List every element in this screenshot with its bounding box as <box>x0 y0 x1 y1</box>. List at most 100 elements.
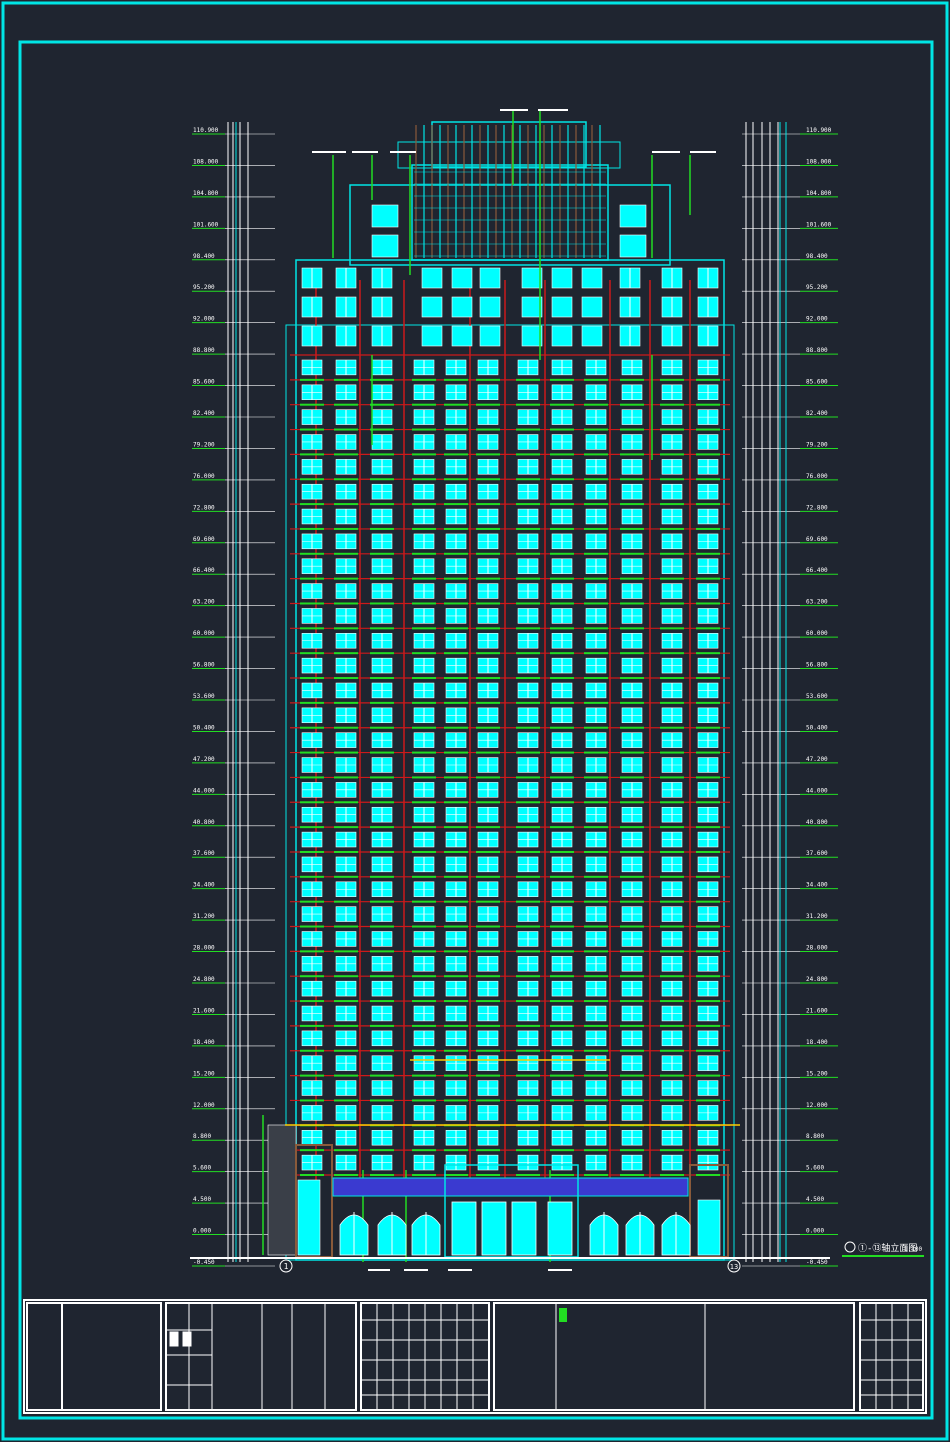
elevation-label-left: 31.200 <box>193 913 215 920</box>
window-unit-upper <box>301 325 323 347</box>
elevation-label-right: 92.000 <box>806 316 828 323</box>
elevation-label-left: 72.800 <box>193 504 215 511</box>
window-unit-upper <box>661 296 683 318</box>
window-unit-upper <box>551 296 573 318</box>
elevation-label-right: 104.800 <box>806 190 832 197</box>
window-unit-upper <box>421 325 443 347</box>
podium-window <box>297 1179 321 1256</box>
elevation-label-left: 28.000 <box>193 945 215 952</box>
elevation-label-left: 98.400 <box>193 253 215 260</box>
window-unit-upper <box>479 296 501 318</box>
elevation-label-left: 104.800 <box>193 190 219 197</box>
elevation-label-right: 66.400 <box>806 567 828 574</box>
elevation-label-right: 95.200 <box>806 284 828 291</box>
window-unit-upper <box>371 296 393 318</box>
elevation-label-right: 69.600 <box>806 536 828 543</box>
elevation-label-right: 31.200 <box>806 913 828 920</box>
elevation-label-right: 15.200 <box>806 1070 828 1077</box>
window-unit-upper <box>335 267 357 289</box>
window-unit-upper <box>301 267 323 289</box>
elevation-label-right: 101.600 <box>806 221 832 228</box>
podium-stone-wall <box>267 1124 297 1256</box>
window-unit-upper <box>619 325 641 347</box>
elevation-label-right: 85.600 <box>806 379 828 386</box>
drawing-title-scale: 1:100 <box>904 1246 922 1253</box>
window-unit-upper <box>371 325 393 347</box>
podium-window <box>697 1199 721 1256</box>
elevation-label-left: 69.600 <box>193 536 215 543</box>
elevation-label-left: 0.000 <box>193 1228 211 1235</box>
window-unit-upper <box>619 267 641 289</box>
window-unit-upper <box>451 296 473 318</box>
elevation-label-left: 85.600 <box>193 379 215 386</box>
elevation-label-left: 63.200 <box>193 599 215 606</box>
window-unit-upper <box>451 325 473 347</box>
elevation-label-left: 50.400 <box>193 724 215 731</box>
elevation-label-right: 76.000 <box>806 473 828 480</box>
elevation-label-left: 4.500 <box>193 1196 211 1203</box>
elevation-label-left: 24.800 <box>193 976 215 983</box>
podium-fascia <box>332 1177 689 1197</box>
elevation-label-right: 50.400 <box>806 724 828 731</box>
elevation-label-left: 88.800 <box>193 347 215 354</box>
elevation-label-left: 5.600 <box>193 1165 211 1172</box>
window-unit-upper <box>581 325 603 347</box>
elevation-label-right: 47.200 <box>806 756 828 763</box>
elevation-label-left: 60.000 <box>193 630 215 637</box>
elevation-label-left: 95.200 <box>193 284 215 291</box>
elevation-label-right: 79.200 <box>806 441 828 448</box>
window-unit-upper <box>335 296 357 318</box>
elevation-label-right: 72.800 <box>806 504 828 511</box>
entrance-door <box>511 1201 537 1256</box>
elevation-label-right: 60.000 <box>806 630 828 637</box>
elevation-label-right: 108.000 <box>806 158 832 165</box>
elevation-label-right: 37.600 <box>806 850 828 857</box>
elevation-label-left: 92.000 <box>193 316 215 323</box>
window-unit-upper <box>301 296 323 318</box>
window-unit-upper <box>619 296 641 318</box>
tb-mark <box>169 1331 179 1347</box>
elevation-label-left: 66.400 <box>193 567 215 574</box>
window-unit-upper <box>335 325 357 347</box>
elevation-label-left: 34.400 <box>193 882 215 889</box>
window-unit-upper <box>661 325 683 347</box>
elevation-label-right: 8.800 <box>806 1133 824 1140</box>
elevation-label-right: 24.800 <box>806 976 828 983</box>
window-unit-upper <box>697 325 719 347</box>
elevation-label-left: 40.800 <box>193 819 215 826</box>
elevation-label-right: 12.000 <box>806 1102 828 1109</box>
elevation-label-right: 28.000 <box>806 945 828 952</box>
window-unit-upper <box>551 325 573 347</box>
elevation-label-right: 110.900 <box>806 127 832 134</box>
window-unit-upper <box>521 325 543 347</box>
elevation-label-left: 108.000 <box>193 158 219 165</box>
axis-right-label: 13 <box>730 1263 738 1271</box>
elevation-label-right: 82.400 <box>806 410 828 417</box>
elevation-label-right: 0.000 <box>806 1228 824 1235</box>
elevation-label-right: 21.600 <box>806 1007 828 1014</box>
elevation-label-left: 37.600 <box>193 850 215 857</box>
elevation-label-left: -0.450 <box>193 1259 215 1266</box>
elevation-label-right: 44.000 <box>806 787 828 794</box>
cad-elevation-drawing: 110.900 108.000 104.800 101.600 98.400 95.200… <box>0 0 950 1442</box>
elevation-label-left: 76.000 <box>193 473 215 480</box>
crown-window <box>619 234 647 258</box>
crown-window <box>371 204 399 228</box>
window-unit-upper <box>581 296 603 318</box>
window-unit-upper <box>661 267 683 289</box>
crown-window <box>371 234 399 258</box>
elevation-label-right: 56.800 <box>806 662 828 669</box>
elevation-label-right: 40.800 <box>806 819 828 826</box>
elevation-label-right: 53.600 <box>806 693 828 700</box>
window-unit-upper <box>697 267 719 289</box>
elevation-label-right: 4.500 <box>806 1196 824 1203</box>
entrance-door <box>481 1201 507 1256</box>
window-unit-upper <box>551 267 573 289</box>
window-unit-upper <box>521 296 543 318</box>
window-unit-upper <box>421 267 443 289</box>
window-unit-upper <box>421 296 443 318</box>
window-unit-upper <box>451 267 473 289</box>
elevation-label-left: 47.200 <box>193 756 215 763</box>
elevation-label-left: 18.400 <box>193 1039 215 1046</box>
elevation-label-left: 44.000 <box>193 787 215 794</box>
